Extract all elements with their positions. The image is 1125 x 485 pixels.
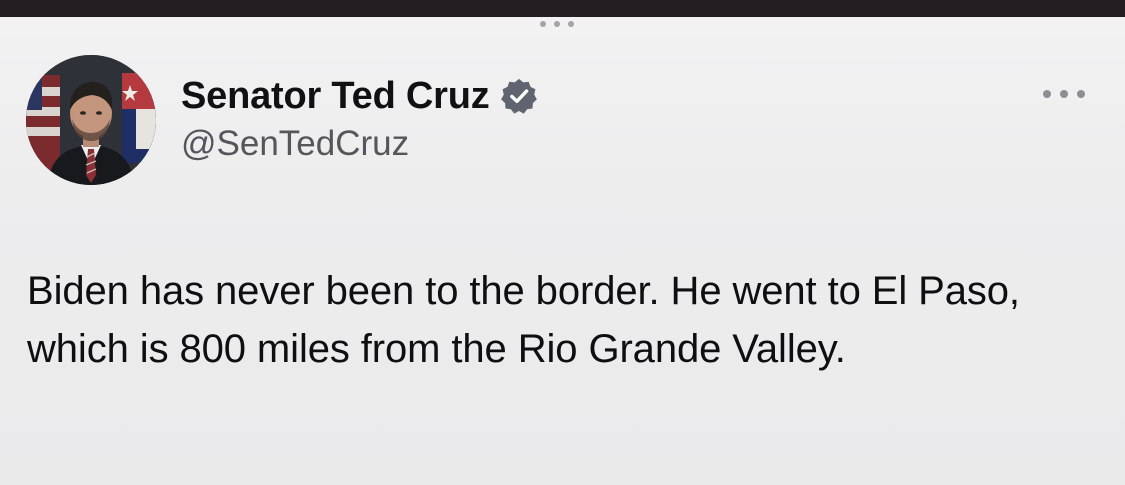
avatar[interactable] — [26, 55, 156, 185]
grabber-dot — [554, 21, 560, 27]
tweet-text: Biden has never been to the border. He w… — [27, 269, 1020, 371]
grabber-dot — [540, 21, 546, 27]
more-dot — [1060, 90, 1068, 98]
avatar-photo — [26, 55, 156, 185]
display-name[interactable]: Senator Ted Cruz — [181, 75, 490, 118]
more-dot — [1043, 90, 1051, 98]
status-bar — [0, 0, 1125, 17]
name-row: Senator Ted Cruz — [181, 73, 538, 119]
grabber-dot — [568, 21, 574, 27]
tweet-sheet — [0, 17, 1125, 485]
verified-badge-icon — [500, 78, 537, 114]
more-dot — [1077, 90, 1085, 98]
user-handle[interactable]: @SenTedCruz — [181, 124, 409, 164]
ellipsis-grabber-icon[interactable] — [540, 20, 574, 28]
more-options-icon[interactable] — [1043, 89, 1085, 99]
